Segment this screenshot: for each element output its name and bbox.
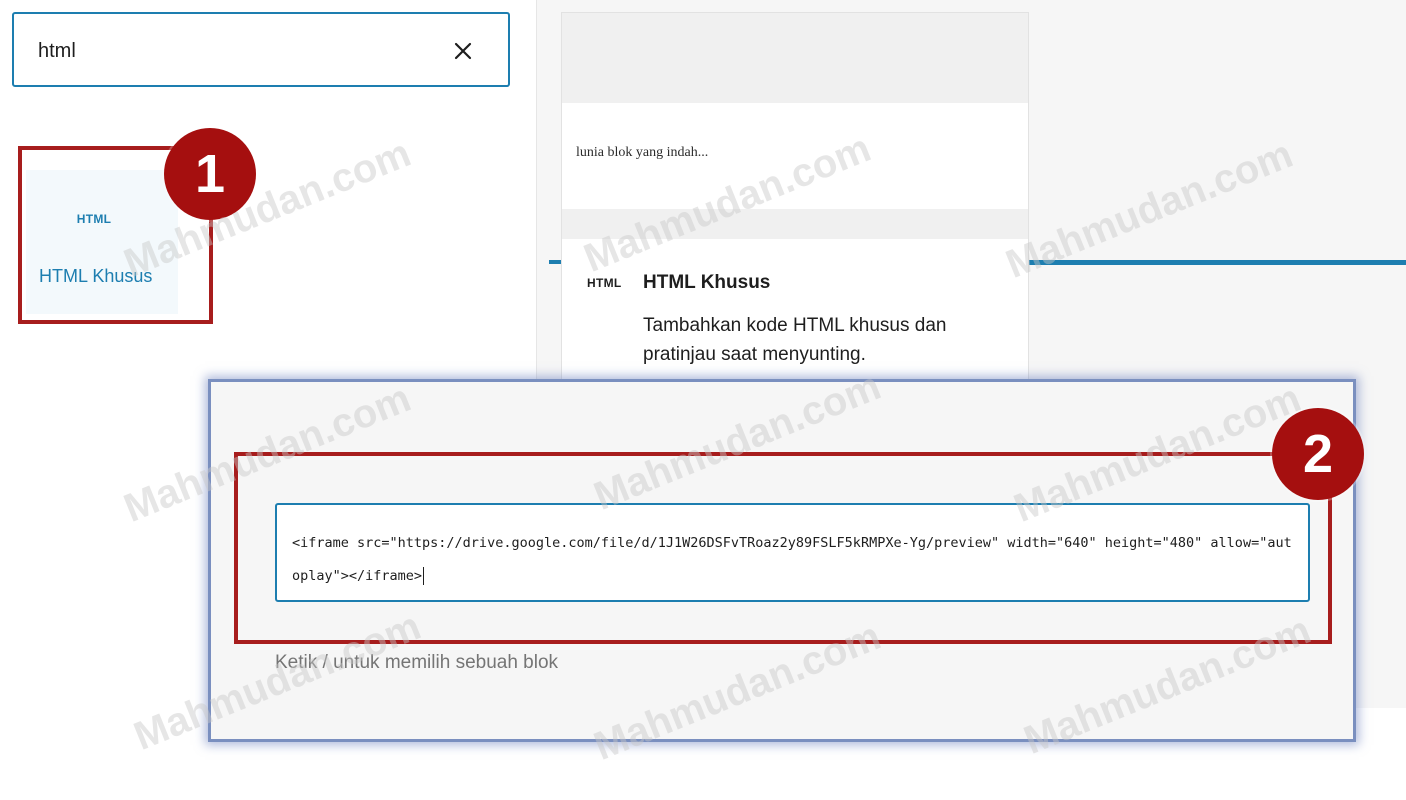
preview-block-title: HTML Khusus <box>643 272 771 293</box>
preview-block-description: Tambahkan kode HTML khusus dan pratinjau… <box>643 315 947 365</box>
block-placeholder-hint: Ketik / untuk memilih sebuah blok <box>275 652 559 673</box>
preview-snippet-text: lunia blok yang indah... <box>576 145 709 160</box>
block-search-input[interactable] <box>38 36 418 66</box>
close-icon <box>454 42 472 60</box>
step-badge-2: 2 <box>1272 408 1364 500</box>
insertion-line <box>1029 260 1406 265</box>
block-preview-card: lunia blok yang indah... HTML HTML Khusu… <box>561 12 1029 392</box>
step-badge-1: 1 <box>164 128 256 220</box>
preview-divider-band <box>562 209 1028 239</box>
html-icon: HTML <box>587 276 622 290</box>
highlight-marker-2 <box>234 452 1332 644</box>
block-search-box[interactable] <box>12 12 510 87</box>
preview-image-area <box>562 13 1028 103</box>
clear-search-button[interactable] <box>448 36 478 66</box>
